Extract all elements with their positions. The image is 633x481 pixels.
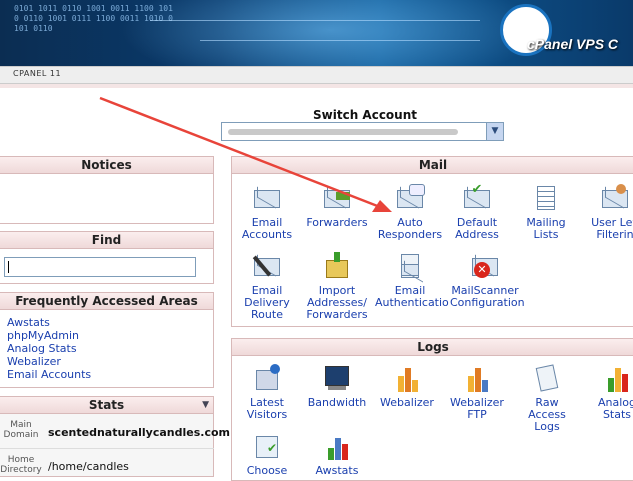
annotation-arrow-line — [99, 96, 381, 209]
annotation-arrow — [99, 96, 392, 212]
